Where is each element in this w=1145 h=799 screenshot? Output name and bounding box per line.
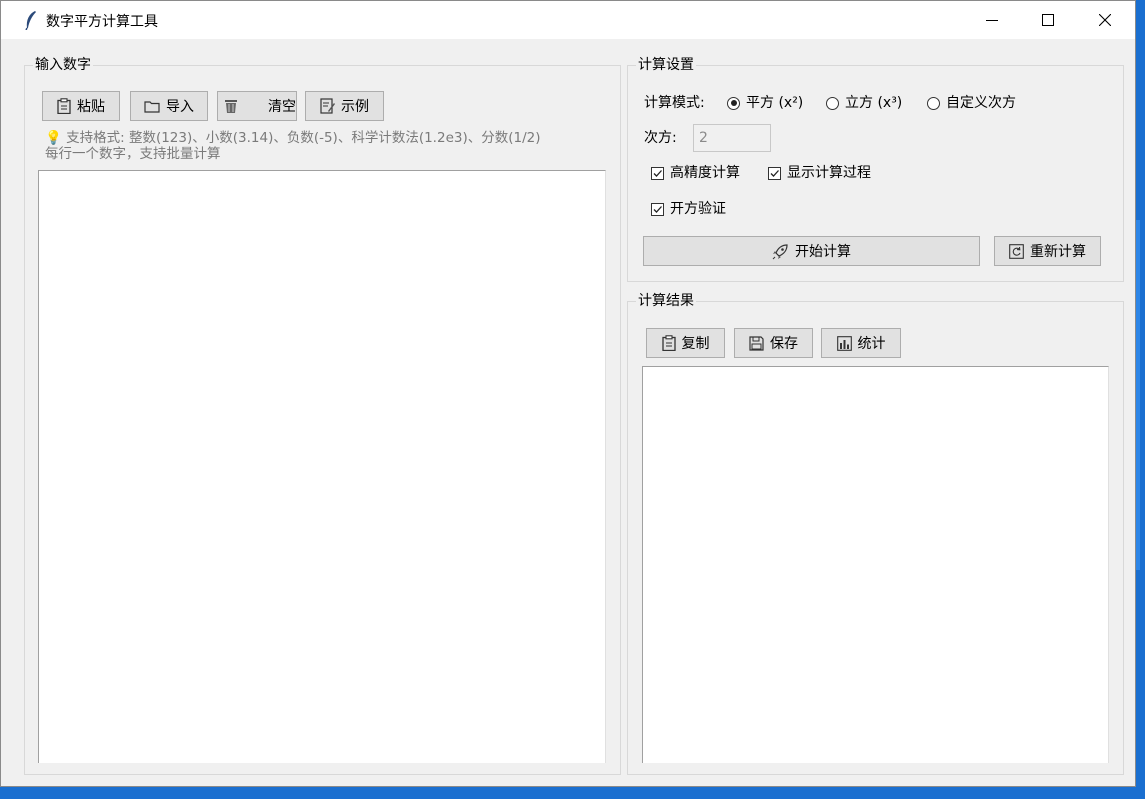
close-button[interactable] (1076, 1, 1134, 39)
clear-button[interactable]: 清空 (217, 91, 297, 121)
result-group-title: 计算结果 (636, 292, 696, 310)
clipboard-icon (57, 98, 71, 114)
stats-button[interactable]: 统计 (821, 328, 901, 358)
feather-icon (25, 11, 36, 30)
show-process-label: 显示计算过程 (787, 165, 871, 181)
floppy-disk-icon (749, 335, 764, 351)
clear-button-label: 清空 (268, 99, 296, 115)
mode-custom-radio[interactable]: 自定义次方 (927, 94, 1016, 112)
save-button-label: 保存 (770, 336, 798, 352)
recalculate-label: 重新计算 (1030, 244, 1086, 260)
mode-custom-label: 自定义次方 (946, 95, 1016, 111)
start-calculation-label: 开始计算 (795, 244, 851, 260)
copy-button-label: 复制 (681, 336, 710, 352)
batch-hint: 每行一个数字，支持批量计算 (45, 146, 221, 162)
sqrt-verify-label: 开方验证 (670, 201, 726, 217)
refresh-icon (1009, 243, 1024, 259)
title-bar: 数字平方计算工具 (1, 1, 1135, 39)
recalculate-button[interactable]: 重新计算 (994, 236, 1101, 266)
copy-button[interactable]: 复制 (646, 328, 725, 358)
save-button[interactable]: 保存 (734, 328, 813, 358)
sqrt-verify-checkbox[interactable]: 开方验证 (651, 200, 726, 218)
folder-icon (144, 100, 160, 113)
result-textarea[interactable] (642, 366, 1109, 763)
power-input[interactable]: 2 (693, 124, 771, 152)
app-window: 数字平方计算工具 输入数字 粘贴 导入 清空 示例 💡 支持格式: 整数(123… (0, 0, 1136, 787)
radio-empty-icon (826, 96, 839, 110)
radio-empty-icon (927, 96, 940, 110)
show-process-checkbox[interactable]: 显示计算过程 (768, 164, 871, 182)
maximize-icon (1042, 14, 1054, 26)
input-group-title: 输入数字 (33, 56, 93, 74)
example-button[interactable]: 示例 (305, 91, 384, 121)
desktop-edge (1136, 220, 1140, 570)
import-button[interactable]: 导入 (130, 91, 208, 121)
minimize-icon (986, 20, 998, 21)
power-label: 次方: (644, 130, 677, 146)
minimize-button[interactable] (963, 1, 1021, 39)
paste-button-label: 粘贴 (77, 99, 105, 115)
trash-icon (225, 100, 237, 113)
memo-icon (320, 98, 335, 114)
window-title: 数字平方计算工具 (46, 14, 158, 30)
example-button-label: 示例 (341, 99, 369, 115)
format-hint: 💡 支持格式: 整数(123)、小数(3.14)、负数(-5)、科学计数法(1.… (45, 130, 541, 146)
mode-cube-radio[interactable]: 立方 (x³) (826, 94, 902, 112)
bar-chart-icon (836, 335, 852, 351)
settings-group-title: 计算设置 (636, 56, 696, 74)
clipboard-icon (661, 335, 676, 351)
paste-button[interactable]: 粘贴 (42, 91, 120, 121)
high-precision-checkbox[interactable]: 高精度计算 (651, 164, 740, 182)
mode-square-radio[interactable]: 平方 (x²) (727, 94, 803, 112)
mode-square-label: 平方 (x²) (746, 95, 804, 111)
stats-button-label: 统计 (857, 336, 886, 352)
mode-cube-label: 立方 (x³) (845, 95, 903, 111)
number-input-textarea[interactable] (38, 170, 606, 763)
start-calculation-button[interactable]: 开始计算 (643, 236, 980, 266)
mode-label: 计算模式: (644, 95, 705, 111)
rocket-icon (772, 243, 788, 259)
radio-selected-icon (727, 96, 740, 110)
checkbox-checked-icon (651, 166, 664, 180)
close-icon (1099, 14, 1111, 26)
import-button-label: 导入 (166, 99, 194, 115)
maximize-button[interactable] (1019, 1, 1077, 39)
checkbox-checked-icon (768, 166, 781, 180)
checkbox-checked-icon (651, 202, 664, 216)
high-precision-label: 高精度计算 (670, 165, 740, 181)
